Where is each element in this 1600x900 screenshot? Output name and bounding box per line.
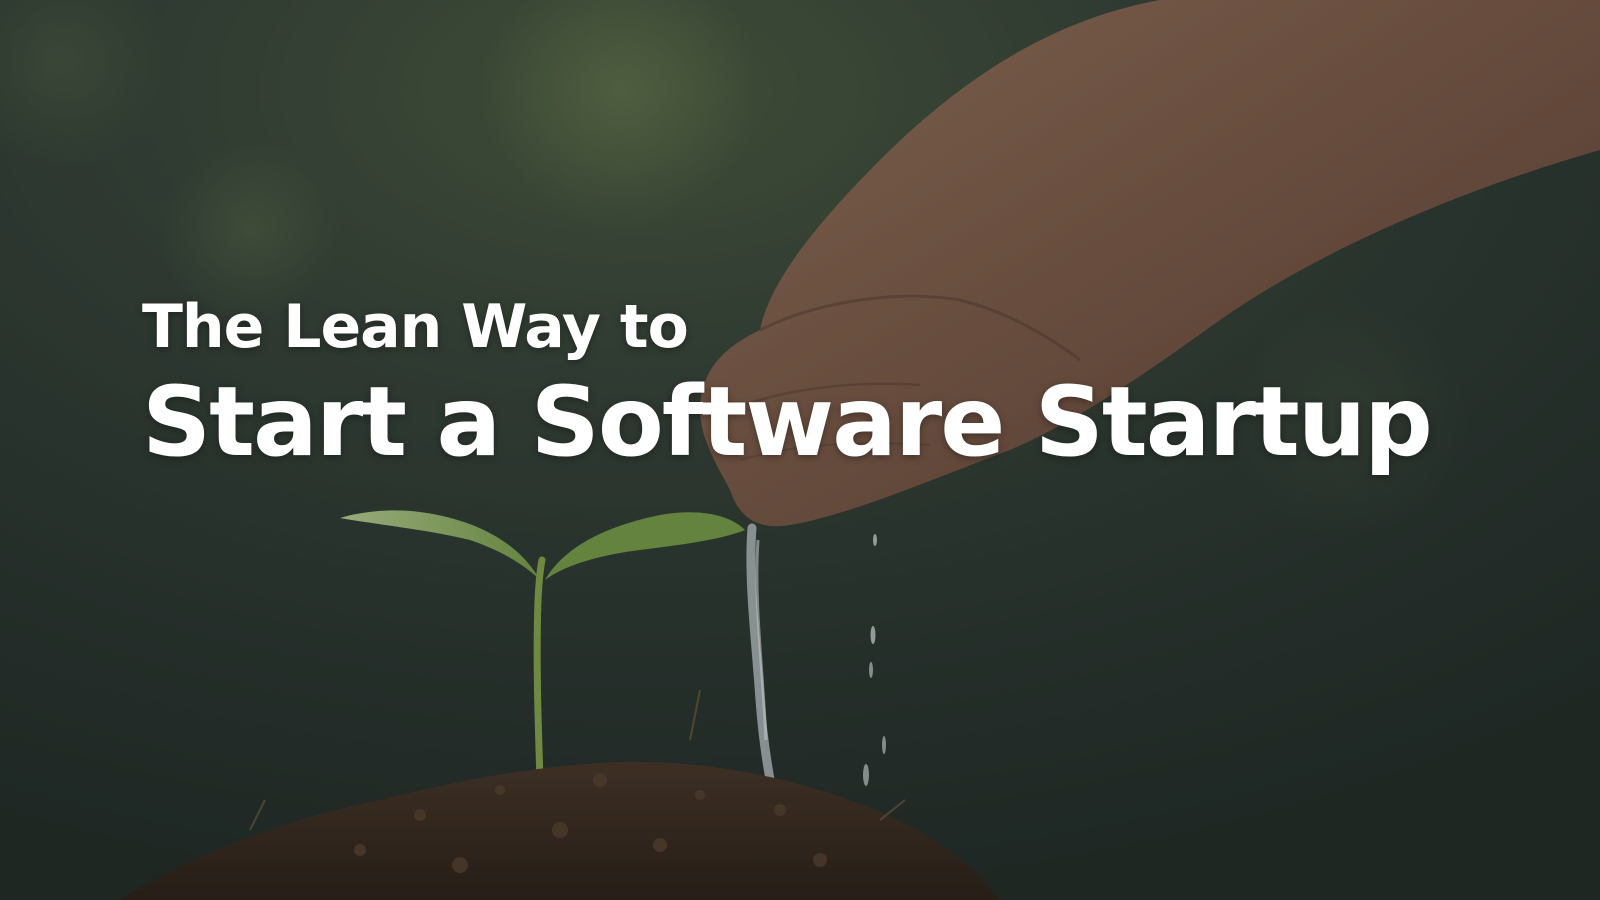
hero-title: The Lean Way to Start a Software Startup (142, 288, 1433, 478)
hero-title-line-1: The Lean Way to (142, 292, 689, 362)
hero-title-line-2: Start a Software Startup (142, 366, 1433, 478)
hero-banner: The Lean Way to Start a Software Startup (0, 0, 1600, 900)
